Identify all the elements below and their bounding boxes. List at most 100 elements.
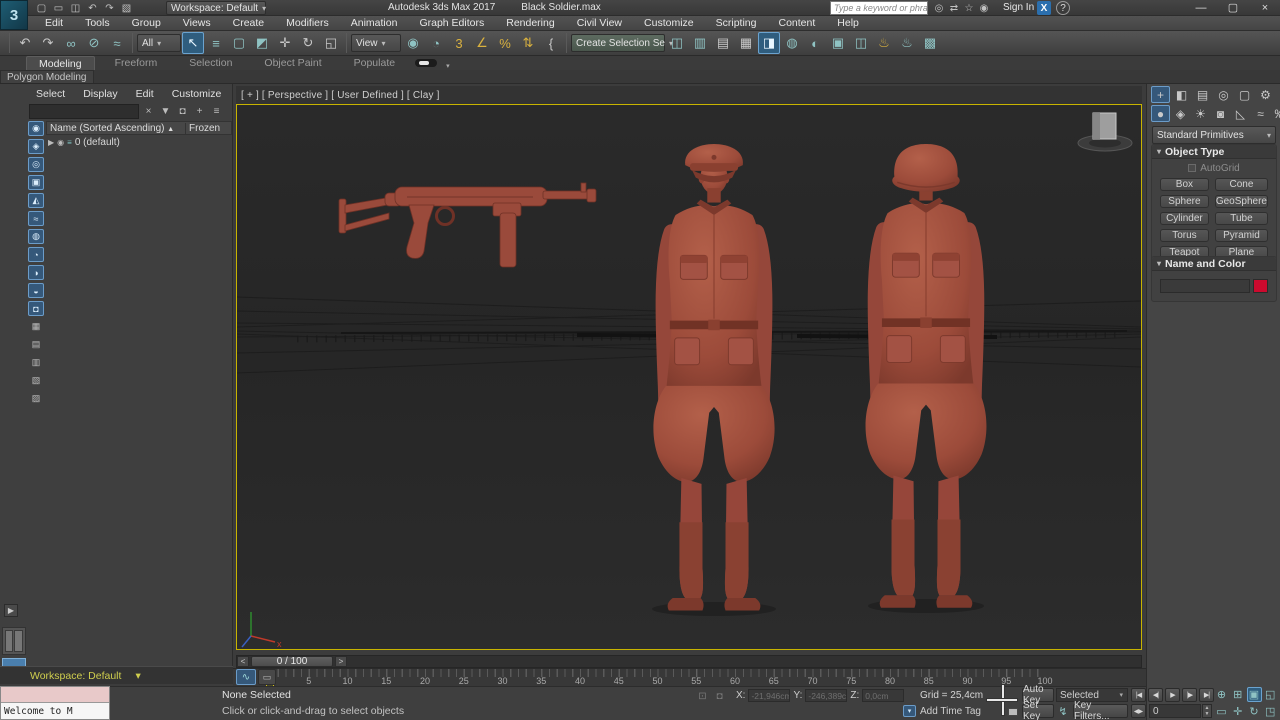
- workspace-bar[interactable]: Workspace: Default ▾: [0, 666, 233, 684]
- create-tab-icon[interactable]: +: [1151, 86, 1170, 103]
- ribbon-tab[interactable]: Freeform: [103, 56, 170, 70]
- display-helpers-icon[interactable]: ◭: [28, 193, 44, 208]
- display-spacewarps-icon[interactable]: ≈: [28, 211, 44, 226]
- go-to-end-button[interactable]: ▶|: [1199, 688, 1214, 702]
- key-filters-button[interactable]: Key Filters...: [1073, 704, 1128, 718]
- display-hidden-icon[interactable]: ▤: [28, 337, 44, 352]
- primitive-button[interactable]: Cylinder: [1160, 212, 1209, 225]
- select-by-name-icon[interactable]: ≡: [205, 32, 227, 54]
- ribbon-tab[interactable]: Object Paint: [252, 56, 333, 70]
- set-key-mode-icon[interactable]: ↯: [1056, 704, 1070, 718]
- mini-curve-editor-button[interactable]: ∿: [236, 669, 256, 685]
- ribbon-tab[interactable]: Populate: [342, 56, 407, 70]
- undo-history-icon[interactable]: ↶: [85, 1, 100, 16]
- explorer-search-input[interactable]: [29, 104, 139, 119]
- schematic-view-icon[interactable]: ◍: [781, 32, 803, 54]
- shapes-category-icon[interactable]: ◈: [1171, 105, 1190, 122]
- use-pivot-center-icon[interactable]: ◉: [402, 32, 424, 54]
- redo-history-icon[interactable]: ↷: [102, 1, 117, 16]
- menu-item[interactable]: Help: [826, 16, 870, 31]
- 3dsmax-logo-icon[interactable]: 3: [0, 0, 28, 30]
- toggle-scene-explorer-icon[interactable]: ▦: [735, 32, 757, 54]
- primitive-button[interactable]: GeoSphere: [1215, 195, 1268, 208]
- display-lights-icon[interactable]: ◎: [28, 157, 44, 172]
- menu-item[interactable]: Civil View: [566, 16, 633, 31]
- orbit-icon[interactable]: ↻: [1247, 704, 1262, 719]
- primitive-button[interactable]: Tube: [1215, 212, 1268, 225]
- menu-item[interactable]: Graph Editors: [408, 16, 495, 31]
- object-type-header[interactable]: Object Type: [1152, 145, 1276, 159]
- modify-tab-icon[interactable]: ◧: [1172, 86, 1191, 103]
- percent-snap-icon[interactable]: %: [494, 32, 516, 54]
- add-time-tag[interactable]: ▾ Add Time Tag: [903, 705, 981, 717]
- rectangular-selection-region-icon[interactable]: ▢: [228, 32, 250, 54]
- reference-coordinate-dropdown[interactable]: View: [351, 34, 401, 52]
- ribbon-minimize-icon[interactable]: ▾: [446, 62, 450, 70]
- save-file-icon[interactable]: ◫: [68, 1, 83, 16]
- select-object-icon[interactable]: ↖: [182, 32, 204, 54]
- explorer-menu-item[interactable]: Edit: [128, 88, 162, 100]
- window-crossing-icon[interactable]: ◩: [251, 32, 273, 54]
- bind-to-spacewarp-icon[interactable]: ≈: [106, 32, 128, 54]
- sign-in-button[interactable]: Sign In: [1003, 2, 1034, 13]
- motion-tab-icon[interactable]: ◎: [1214, 86, 1233, 103]
- next-frame-button[interactable]: |▶: [1182, 688, 1197, 702]
- favorites-icon[interactable]: ☆: [962, 1, 976, 15]
- display-containers-icon[interactable]: ◒: [28, 283, 44, 298]
- explorer-row-default-layer[interactable]: ▶ ◉ ≡ 0 (default): [46, 135, 232, 149]
- find-next-icon[interactable]: ▨: [28, 391, 44, 406]
- play-button[interactable]: ▶: [1165, 688, 1180, 702]
- perspective-viewport[interactable]: x: [236, 104, 1142, 650]
- selection-filter-dropdown[interactable]: All: [137, 34, 181, 52]
- zoom-region-icon[interactable]: ▭: [1214, 704, 1229, 719]
- display-bones-icon[interactable]: ◑: [28, 265, 44, 280]
- viewport-label[interactable]: [ + ] [ Perspective ] [ User Defined ] […: [236, 90, 440, 101]
- z-coordinate-field[interactable]: 0,0cm: [862, 689, 904, 702]
- maximize-viewport-icon[interactable]: ◳: [1263, 704, 1278, 719]
- set-key-button[interactable]: Set Key: [1022, 704, 1054, 718]
- help-icon[interactable]: ?: [1056, 1, 1070, 15]
- render-cloud-icon[interactable]: ♨: [896, 32, 918, 54]
- select-and-manipulate-icon[interactable]: ◔: [425, 32, 447, 54]
- primitive-button[interactable]: Sphere: [1160, 195, 1209, 208]
- autogrid-checkbox[interactable]: [1188, 164, 1196, 172]
- ribbon-tab[interactable]: Modeling: [26, 56, 95, 70]
- go-to-start-button[interactable]: |◀: [1131, 688, 1146, 702]
- named-selection-set-dropdown[interactable]: Create Selection Se: [571, 34, 665, 52]
- menu-item[interactable]: Views: [172, 16, 222, 31]
- utilities-tab-icon[interactable]: ⚙: [1256, 86, 1275, 103]
- maximize-button[interactable]: ▢: [1220, 1, 1246, 14]
- viewport-layout-tabs-icon[interactable]: [2, 627, 26, 655]
- object-name-input[interactable]: [1160, 279, 1250, 293]
- spacewarps-category-icon[interactable]: ≈: [1251, 105, 1270, 122]
- manage-layers-icon[interactable]: ▤: [712, 32, 734, 54]
- menu-item[interactable]: Modifiers: [275, 16, 340, 31]
- maxscript-mini-listener[interactable]: Welcome to M: [0, 686, 110, 720]
- explorer-menu-item[interactable]: Select: [28, 88, 73, 100]
- previous-frame-arrow[interactable]: <: [237, 656, 249, 667]
- ribbon-config-icon[interactable]: [415, 59, 437, 67]
- lock-explorer-icon[interactable]: ◘: [175, 103, 190, 119]
- cameras-category-icon[interactable]: ◙: [1211, 105, 1230, 122]
- user-icon[interactable]: ◉: [977, 1, 991, 15]
- unlink-selection-icon[interactable]: ⊘: [83, 32, 105, 54]
- select-and-move-icon[interactable]: ✛: [274, 32, 296, 54]
- render-production-icon[interactable]: ♨: [873, 32, 895, 54]
- exchange-apps-icon[interactable]: X: [1037, 1, 1051, 15]
- geometry-category-icon[interactable]: ●: [1151, 105, 1170, 122]
- time-slider-handle[interactable]: 0 / 100: [251, 656, 333, 667]
- menu-item[interactable]: Content: [767, 16, 826, 31]
- display-groups-icon[interactable]: ◍: [28, 229, 44, 244]
- mirror-icon[interactable]: ◫: [666, 32, 688, 54]
- spinner-snap-icon[interactable]: ⇅: [517, 32, 539, 54]
- primitive-button[interactable]: Torus: [1160, 229, 1209, 242]
- macro-recorder-pane[interactable]: [1, 687, 109, 703]
- isolate-selection-icon[interactable]: ⊡: [696, 690, 709, 703]
- menu-item[interactable]: Create: [222, 16, 276, 31]
- lights-category-icon[interactable]: ☀: [1191, 105, 1210, 122]
- listener-pane[interactable]: Welcome to M: [1, 703, 109, 719]
- community-icon[interactable]: ⇄: [947, 1, 961, 15]
- display-tab-icon[interactable]: ▢: [1235, 86, 1254, 103]
- systems-category-icon[interactable]: ‰: [1271, 105, 1280, 122]
- snap-toggle-3d-icon[interactable]: 3: [448, 32, 470, 54]
